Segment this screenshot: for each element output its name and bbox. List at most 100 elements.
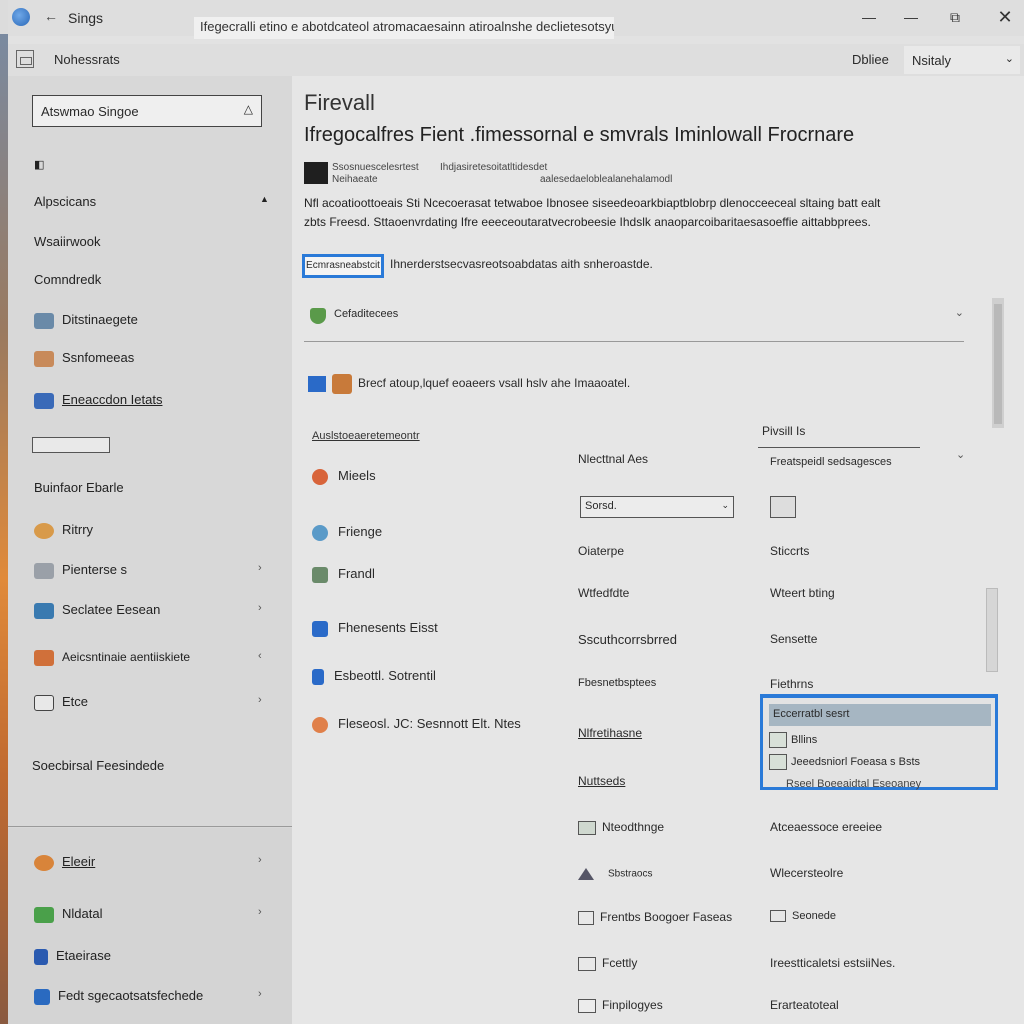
restore-button[interactable]: — <box>896 6 926 28</box>
spreadsheet-icon <box>34 906 54 923</box>
list-item[interactable]: Nuttseds <box>578 774 625 788</box>
dropdown-menu[interactable]: Eccerratbl sesrt Bllins Jeeedsniorl Foea… <box>760 694 998 790</box>
sidebar-item[interactable]: Pienterse s › <box>34 562 262 579</box>
list-item[interactable]: Wlecersteolre <box>770 866 843 880</box>
sidebar-item-label: Seclatee Eesean <box>62 602 161 617</box>
dropdown-option[interactable]: Jeeedsniorl Foeasa s Bsts <box>769 754 920 770</box>
list-item[interactable]: Sbstraocs <box>578 868 652 880</box>
image-icon <box>769 732 787 748</box>
sidebar-item[interactable]: Eleeir › <box>34 854 262 871</box>
sidebar-item[interactable]: Comndredk <box>34 272 101 287</box>
list-item[interactable]: Fhenesents Eisst <box>312 620 438 637</box>
printer-icon <box>34 562 54 579</box>
sidebar-item[interactable]: Buinfaor Ebarle <box>34 480 124 495</box>
home-icon[interactable] <box>16 50 34 68</box>
image-icon[interactable] <box>770 496 796 518</box>
chevron-down-icon[interactable]: ⌄ <box>956 448 965 461</box>
meta-info: Ihdjasiretesoitatltidesdet aalesedaelobl… <box>440 162 672 186</box>
document-icon <box>578 910 594 925</box>
browser-icon <box>312 524 328 541</box>
user-icon[interactable]: ◧ <box>34 158 44 171</box>
toolbar-select[interactable]: Nsitaly ⌄ <box>904 46 1020 74</box>
page-description: Nfl acoatioottoeais Sti Ncecoerasat tetw… <box>304 196 881 229</box>
list-item[interactable]: Fiethrns <box>770 677 813 691</box>
dropdown-option[interactable]: Bllins <box>769 732 817 748</box>
window-icon <box>34 694 54 711</box>
list-item[interactable]: Sticcrts <box>770 544 809 558</box>
title-bar: ← Sings Ifegecralli etino e abotdcateol … <box>8 0 1024 39</box>
sidebar-item[interactable]: Ritrry <box>34 522 93 539</box>
sidebar-item[interactable]: Eneaccdon Ietats <box>34 392 162 409</box>
app-icon <box>312 468 328 485</box>
list-item[interactable]: Erarteatoteal <box>770 998 839 1012</box>
list-item[interactable]: Wteert bting <box>770 586 835 600</box>
sidebar-item[interactable]: Soecbirsal Feesindede <box>32 758 164 773</box>
sidebar-item[interactable]: Fedt sgecaotsatsfechede › <box>34 988 262 1005</box>
list-item-label: Fhenesents Eisst <box>338 620 438 635</box>
list-item[interactable]: Fcettly <box>578 956 637 971</box>
accordion-label: Cefaditecees <box>334 308 399 320</box>
list-item[interactable]: Fbesnetbsptees <box>578 677 656 689</box>
app-icon <box>12 8 30 26</box>
sidebar-item[interactable]: Etce › <box>34 694 262 711</box>
apps-column-header[interactable]: Auslstoeaeretemeontr <box>312 430 420 442</box>
allow-app-row[interactable]: Brecf atoup,lquef eoaeers vsall hslv ahe… <box>308 374 630 394</box>
dropdown-selected-option[interactable]: Eccerratbl sesrt <box>769 704 991 726</box>
accordion-header[interactable]: Cefaditecees ⌄ <box>304 302 964 342</box>
list-item[interactable]: Wtfedfdte <box>578 586 629 600</box>
scrollbar-thumb[interactable] <box>994 304 1002 424</box>
list-item[interactable]: Mieels <box>312 468 376 485</box>
sidebar-item-label: Aeicsntinaie aentiiskiete <box>62 650 191 665</box>
filter-select[interactable]: Sorsd. ⌄ <box>580 496 734 518</box>
minimize-button[interactable]: — <box>854 6 884 28</box>
sidebar-field[interactable] <box>32 437 110 453</box>
toolbar-right-label[interactable]: Dbliee <box>852 52 889 67</box>
list-item[interactable]: Nlfretihasne <box>578 726 642 740</box>
maximize-button[interactable]: ⧉ <box>940 6 970 28</box>
list-item[interactable]: Sscuthcorrsbrred <box>578 632 677 647</box>
window-title: Sings <box>68 10 104 26</box>
list-item[interactable]: Seonede <box>770 910 836 923</box>
back-arrow-icon[interactable]: ← <box>44 8 58 24</box>
window-icon <box>308 376 326 392</box>
image-icon <box>578 956 596 971</box>
scrollbar[interactable] <box>992 298 1004 428</box>
primary-action-button[interactable]: Ecmrasneabstcit <box>302 254 384 278</box>
close-button[interactable]: ✕ <box>990 6 1020 28</box>
sidebar-item[interactable]: Aeicsntinaie aentiiskiete ‹ <box>34 650 262 666</box>
sidebar-item-label: Pienterse s <box>62 562 128 577</box>
sidebar: Atswmao Singoe △ ◧ ▲ Alpscicans Wsaiirwo… <box>8 76 292 1024</box>
list-item[interactable]: Frandl <box>312 566 375 583</box>
list-item[interactable]: Nteodthnge <box>578 820 664 835</box>
column-header: Pivsill Is <box>762 424 806 438</box>
scrollbar[interactable] <box>986 588 998 672</box>
privacy-icon <box>34 522 54 539</box>
filter-select-value: Sorsd. <box>585 500 617 512</box>
list-item[interactable]: Fleseosl. JC: Sesnnott Elt. Ntes <box>312 716 521 733</box>
sidebar-item[interactable]: Seclatee Eesean › <box>34 602 262 619</box>
list-item[interactable]: Ireestticaletsi estsiiNes. <box>770 956 895 970</box>
list-item[interactable]: Sensette <box>770 632 817 646</box>
address-path[interactable]: Ifegecralli etino e abotdcateol atromaca… <box>194 17 614 39</box>
sidebar-item[interactable]: Ditstinaegete <box>34 312 138 329</box>
list-item[interactable]: Frentbs Boogoer Faseas <box>578 910 732 925</box>
list-item[interactable]: Oiaterpe <box>578 544 624 558</box>
sidebar-item[interactable]: Wsaiirwook <box>34 234 100 249</box>
table-icon <box>578 820 596 835</box>
sidebar-item[interactable]: Alpscicans <box>34 194 96 209</box>
sidebar-item-label: Etce <box>62 694 89 709</box>
window-icon <box>312 620 328 637</box>
list-item[interactable]: Atceaessoce ereeiee <box>770 820 882 834</box>
list-item[interactable]: Esbeottl. Sotrentil <box>312 668 436 685</box>
list-item[interactable]: Finpilogyes <box>578 998 663 1013</box>
chevron-right-icon: › <box>258 906 262 918</box>
allow-app-text: Brecf atoup,lquef eoaeers vsall hslv ahe… <box>358 376 631 391</box>
page-subtitle: Ifregocalfres Fient .fimessornal e smvra… <box>304 124 855 146</box>
list-item[interactable]: Frienge <box>312 524 382 541</box>
sidebar-item[interactable]: Ssnfomeeas <box>34 350 134 367</box>
triangle-icon <box>578 868 594 880</box>
window-icon <box>312 668 324 685</box>
sidebar-item[interactable]: Etaeirase <box>34 948 111 965</box>
sidebar-item[interactable]: Nldatal › <box>34 906 262 923</box>
search-input[interactable]: Atswmao Singoe △ <box>32 95 262 127</box>
